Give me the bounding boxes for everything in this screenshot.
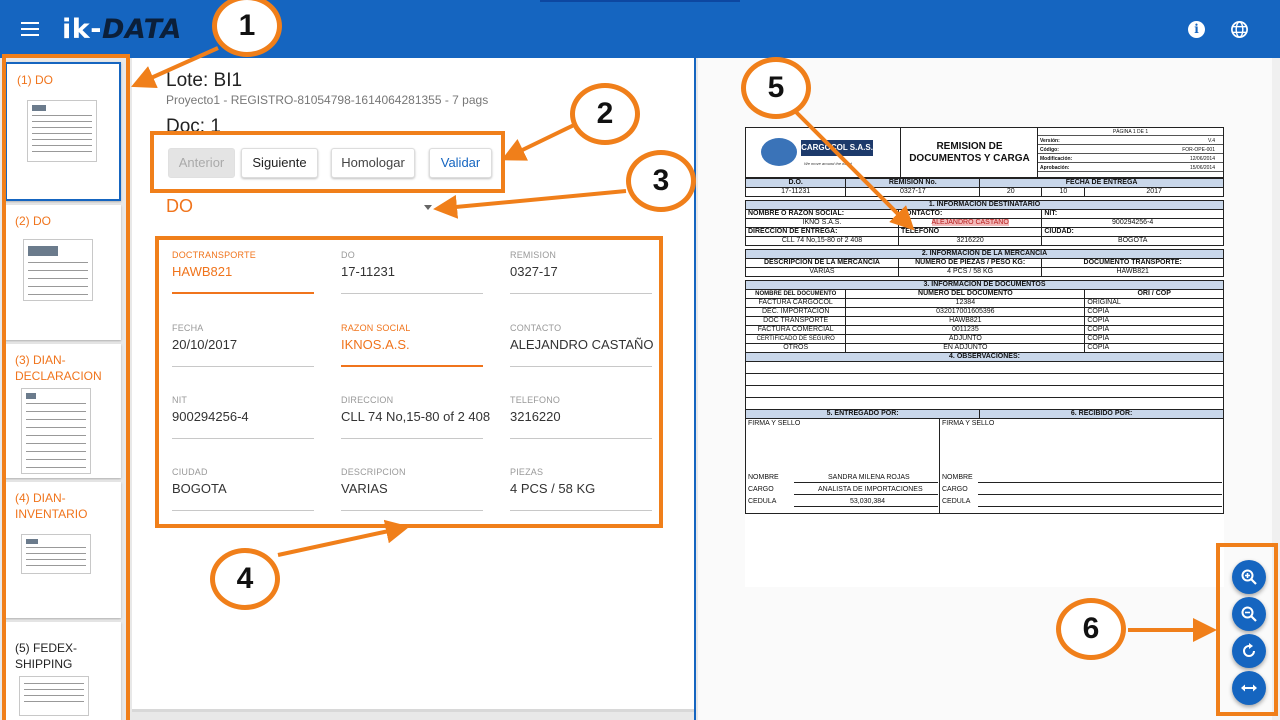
annotation-2: 2 bbox=[570, 83, 640, 145]
annotation-5: 5 bbox=[741, 57, 811, 119]
annotation-6: 6 bbox=[1056, 598, 1126, 660]
annotation-3: 3 bbox=[626, 150, 696, 212]
annotation-4: 4 bbox=[210, 548, 280, 610]
